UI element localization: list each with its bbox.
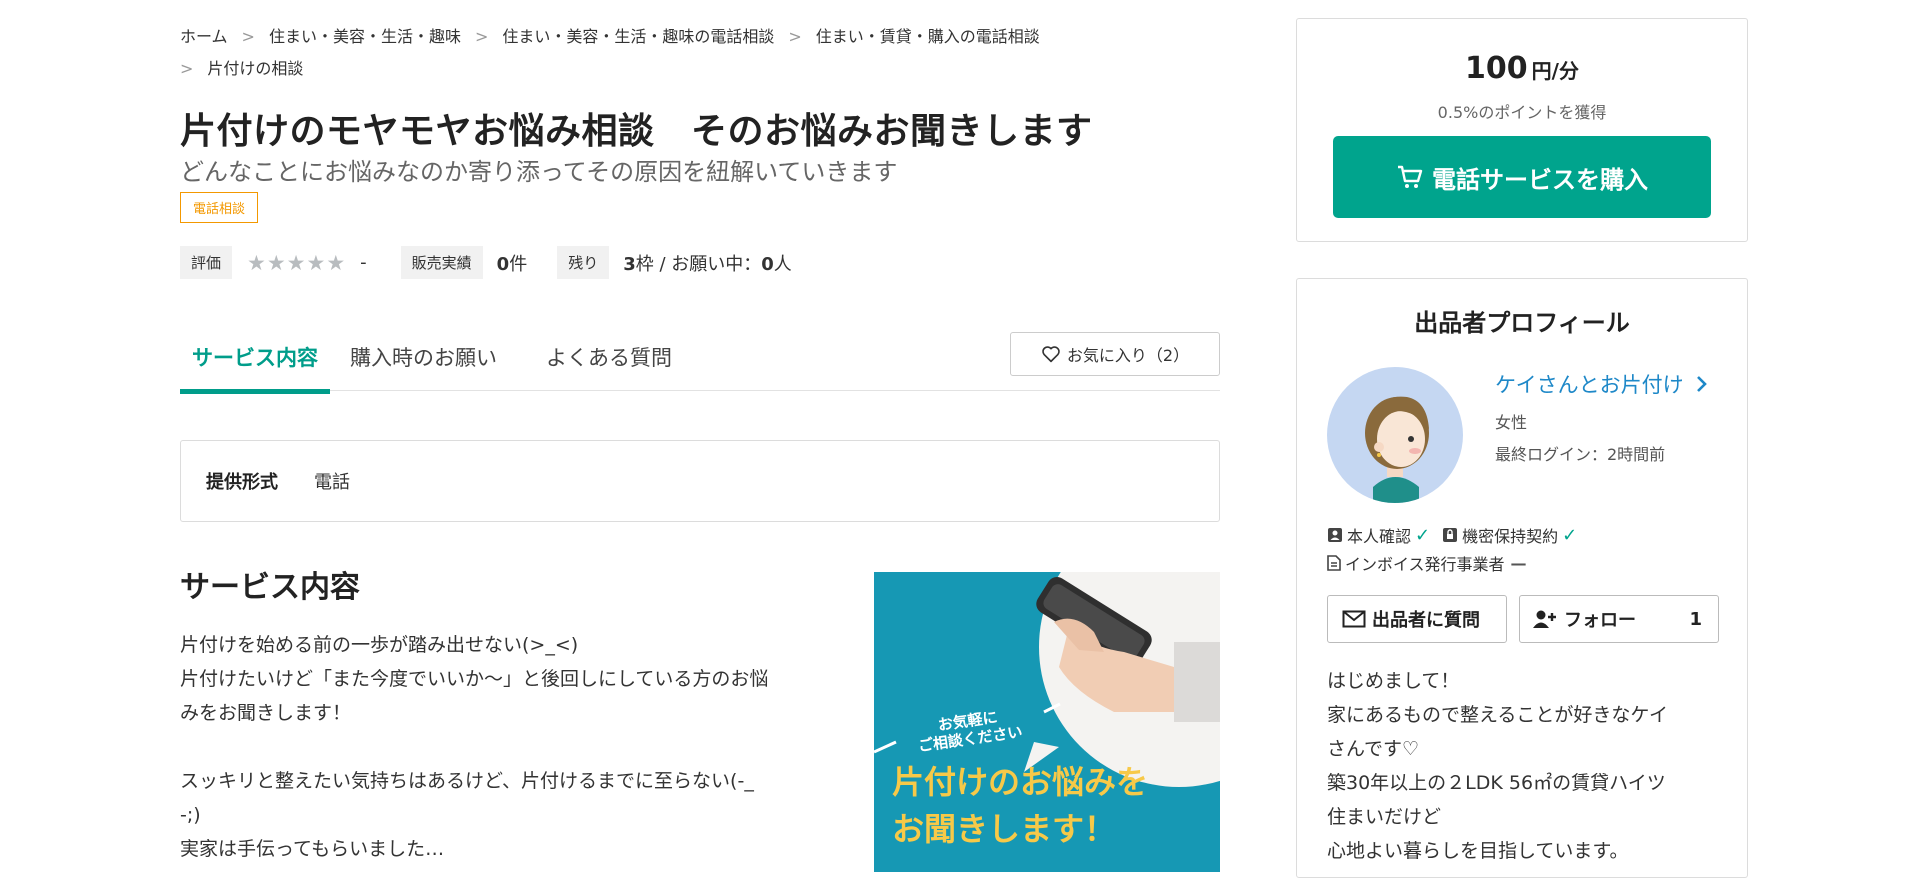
identity-verified: 本人確認 ✓ <box>1327 523 1430 547</box>
intro-line: 築30年以上の２LDK 56㎡の賃貸ハイツ <box>1327 772 1666 794</box>
purchase-box: 100 円/分 0.5%のポイントを獲得 電話サービスを購入 <box>1296 18 1748 242</box>
breadcrumb-separator-icon: > <box>241 27 255 46</box>
ask-seller-button[interactable]: 出品者に質問 <box>1327 595 1507 643</box>
breadcrumb-housing-phone[interactable]: 住まい・賃貸・購入の電話相談 <box>816 27 1040 46</box>
avatar-illustration <box>1365 396 1429 503</box>
seller-name-link[interactable]: ケイさんとお片付け <box>1495 369 1708 399</box>
sales-value: 0件 <box>497 250 528 276</box>
breadcrumb-living-beauty[interactable]: 住まい・美容・生活・趣味 <box>269 27 461 46</box>
user-plus-icon <box>1533 610 1556 628</box>
tab-service-content[interactable]: サービス内容 <box>180 336 330 394</box>
description-line: みをお聞きします！ <box>180 702 352 724</box>
follow-count: 1 <box>1689 608 1702 630</box>
category-tag: 電話相談 <box>180 192 259 223</box>
intro-line: 心地よい暮らしを目指しています。 <box>1327 840 1629 862</box>
mail-icon <box>1342 610 1366 628</box>
tab-faq[interactable]: よくある質問 <box>534 336 684 389</box>
verification-row: 本人確認 ✓ 機密保持契約 ✓ <box>1327 523 1589 547</box>
profile-title: 出品者プロフィール <box>1414 309 1630 337</box>
breadcrumb-separator-icon: > <box>788 27 802 46</box>
lock-icon <box>1443 528 1458 542</box>
seller-name: ケイさんとお片付け <box>1495 373 1684 397</box>
remaining-count: 3 <box>623 253 636 275</box>
description-line: 片付けを始める前の一歩が踏み出せない(>_<) <box>180 634 579 656</box>
buy-button-label: 電話サービスを購入 <box>1432 165 1648 194</box>
seller-profile-card: 出品者プロフィール ケイさんとお片付け 女性 最終ログイン：2時間前 本人確認 ✓… <box>1296 278 1748 878</box>
service-subtitle: どんなことにお悩みなのか寄り添ってその原因を紐解いていきます <box>180 158 898 186</box>
follow-button[interactable]: フォロー 1 <box>1519 595 1719 643</box>
service-hero-image[interactable]: お気軽に ご相談ください 片付けのお悩みを お聞きします！ <box>874 572 1220 872</box>
points-note: 0.5%のポイントを獲得 <box>1437 103 1607 122</box>
favorite-button[interactable]: お気に入り（2） <box>1010 332 1220 376</box>
description-line: 片付けたいけど「また今度でいいか〜」と後回しにしている方のお悩 <box>180 668 769 690</box>
sales-count: 0 <box>496 253 510 275</box>
intro-line: 家にあるもので整えることが好きなケイ <box>1327 704 1669 726</box>
seller-last-login: 最終ログイン：2時間前 <box>1495 445 1666 464</box>
requests-count: 0 <box>761 253 774 275</box>
invoice-row: インボイス発行事業者 — <box>1327 551 1539 575</box>
section-title: サービス内容 <box>180 570 360 605</box>
description-line: 実家は手伝ってもらいました… <box>180 838 445 860</box>
hero-headline-1: 片付けのお悩みを <box>892 763 1149 801</box>
cart-icon <box>1398 165 1423 188</box>
chevron-right-icon <box>1696 376 1707 392</box>
format-value: 電話 <box>314 472 350 493</box>
seller-gender: 女性 <box>1495 413 1528 432</box>
rating-stars-icon: ★★★★★ <box>247 250 347 275</box>
nda-label: 機密保持契約 <box>1462 527 1559 546</box>
dash-icon: — <box>1510 553 1527 573</box>
service-title: 片付けのモヤモヤお悩み相談 そのお悩みお聞きします <box>180 111 1093 152</box>
invoice-issuer: インボイス発行事業者 — <box>1327 551 1527 575</box>
breadcrumb-tidying[interactable]: 片付けの相談 <box>207 59 303 78</box>
seller-intro: はじめまして！ 家にあるもので整えることが好きなケイ さんです♡ 築30年以上の… <box>1327 664 1727 868</box>
tab-purchase-request[interactable]: 購入時のお願い <box>338 336 509 389</box>
hero-headline-2: お聞きします！ <box>892 810 1117 848</box>
check-icon: ✓ <box>1415 524 1431 546</box>
service-tabs: サービス内容 購入時のお願い よくある質問 お気に入り（2） <box>180 326 1220 394</box>
rating-value: - <box>360 252 367 273</box>
favorite-label: お気に入り（2） <box>1066 346 1190 365</box>
sales-label: 販売実績 <box>400 246 483 279</box>
format-label: 提供形式 <box>206 472 278 493</box>
document-icon <box>1327 555 1341 571</box>
sales-unit: 件 <box>509 253 528 275</box>
invoice-label: インボイス発行事業者 <box>1345 555 1505 574</box>
remaining-value: 3枠 / お願い中：0人 <box>623 250 792 276</box>
service-stats: 評価 ★★★★★ - 販売実績 0件 残り 3枠 / お願い中：0人 <box>180 246 792 279</box>
breadcrumb-separator-icon: > <box>474 27 489 46</box>
breadcrumb-separator-icon: > <box>180 59 194 78</box>
buy-phone-service-button[interactable]: 電話サービスを購入 <box>1333 136 1711 218</box>
nda-signed: 機密保持契約 ✓ <box>1442 523 1577 547</box>
check-icon: ✓ <box>1562 524 1578 546</box>
intro-line: さんです♡ <box>1327 738 1420 760</box>
id-card-icon <box>1328 528 1342 542</box>
description-line <box>180 730 840 764</box>
description-line: スッキリと整えたい気持ちはあるけど、片付けるまでに至らない(-_ <box>180 770 754 792</box>
follow-label: フォロー <box>1564 610 1636 631</box>
price-value: 100 <box>1465 51 1528 86</box>
price-unit: 円/分 <box>1531 59 1579 83</box>
breadcrumb: ホーム > 住まい・美容・生活・趣味 > 住まい・美容・生活・趣味の電話相談 > 住まい・賃… <box>180 21 1220 85</box>
identity-verified-label: 本人確認 <box>1347 527 1412 546</box>
price: 100 円/分 <box>1297 51 1747 86</box>
delivery-format-box: 提供形式 電話 <box>180 440 1220 522</box>
remaining-label: 残り <box>557 246 610 279</box>
requests-unit: 人 <box>773 253 792 275</box>
seller-avatar[interactable] <box>1327 367 1463 503</box>
service-description: 片付けを始める前の一歩が踏み出せない(>_<) 片付けたいけど「また今度でいいか… <box>180 628 840 866</box>
breadcrumb-living-phone[interactable]: 住まい・美容・生活・趣味の電話相談 <box>502 27 774 46</box>
intro-line: はじめまして！ <box>1327 670 1460 692</box>
ask-seller-label: 出品者に質問 <box>1372 610 1480 631</box>
rating-label: 評価 <box>180 246 233 279</box>
remaining-unit: 枠 / お願い中： <box>635 253 762 275</box>
intro-line: 住まいだけど <box>1327 806 1442 828</box>
description-line: -;) <box>180 804 201 826</box>
heart-icon <box>1042 346 1060 363</box>
breadcrumb-home[interactable]: ホーム <box>180 27 228 46</box>
